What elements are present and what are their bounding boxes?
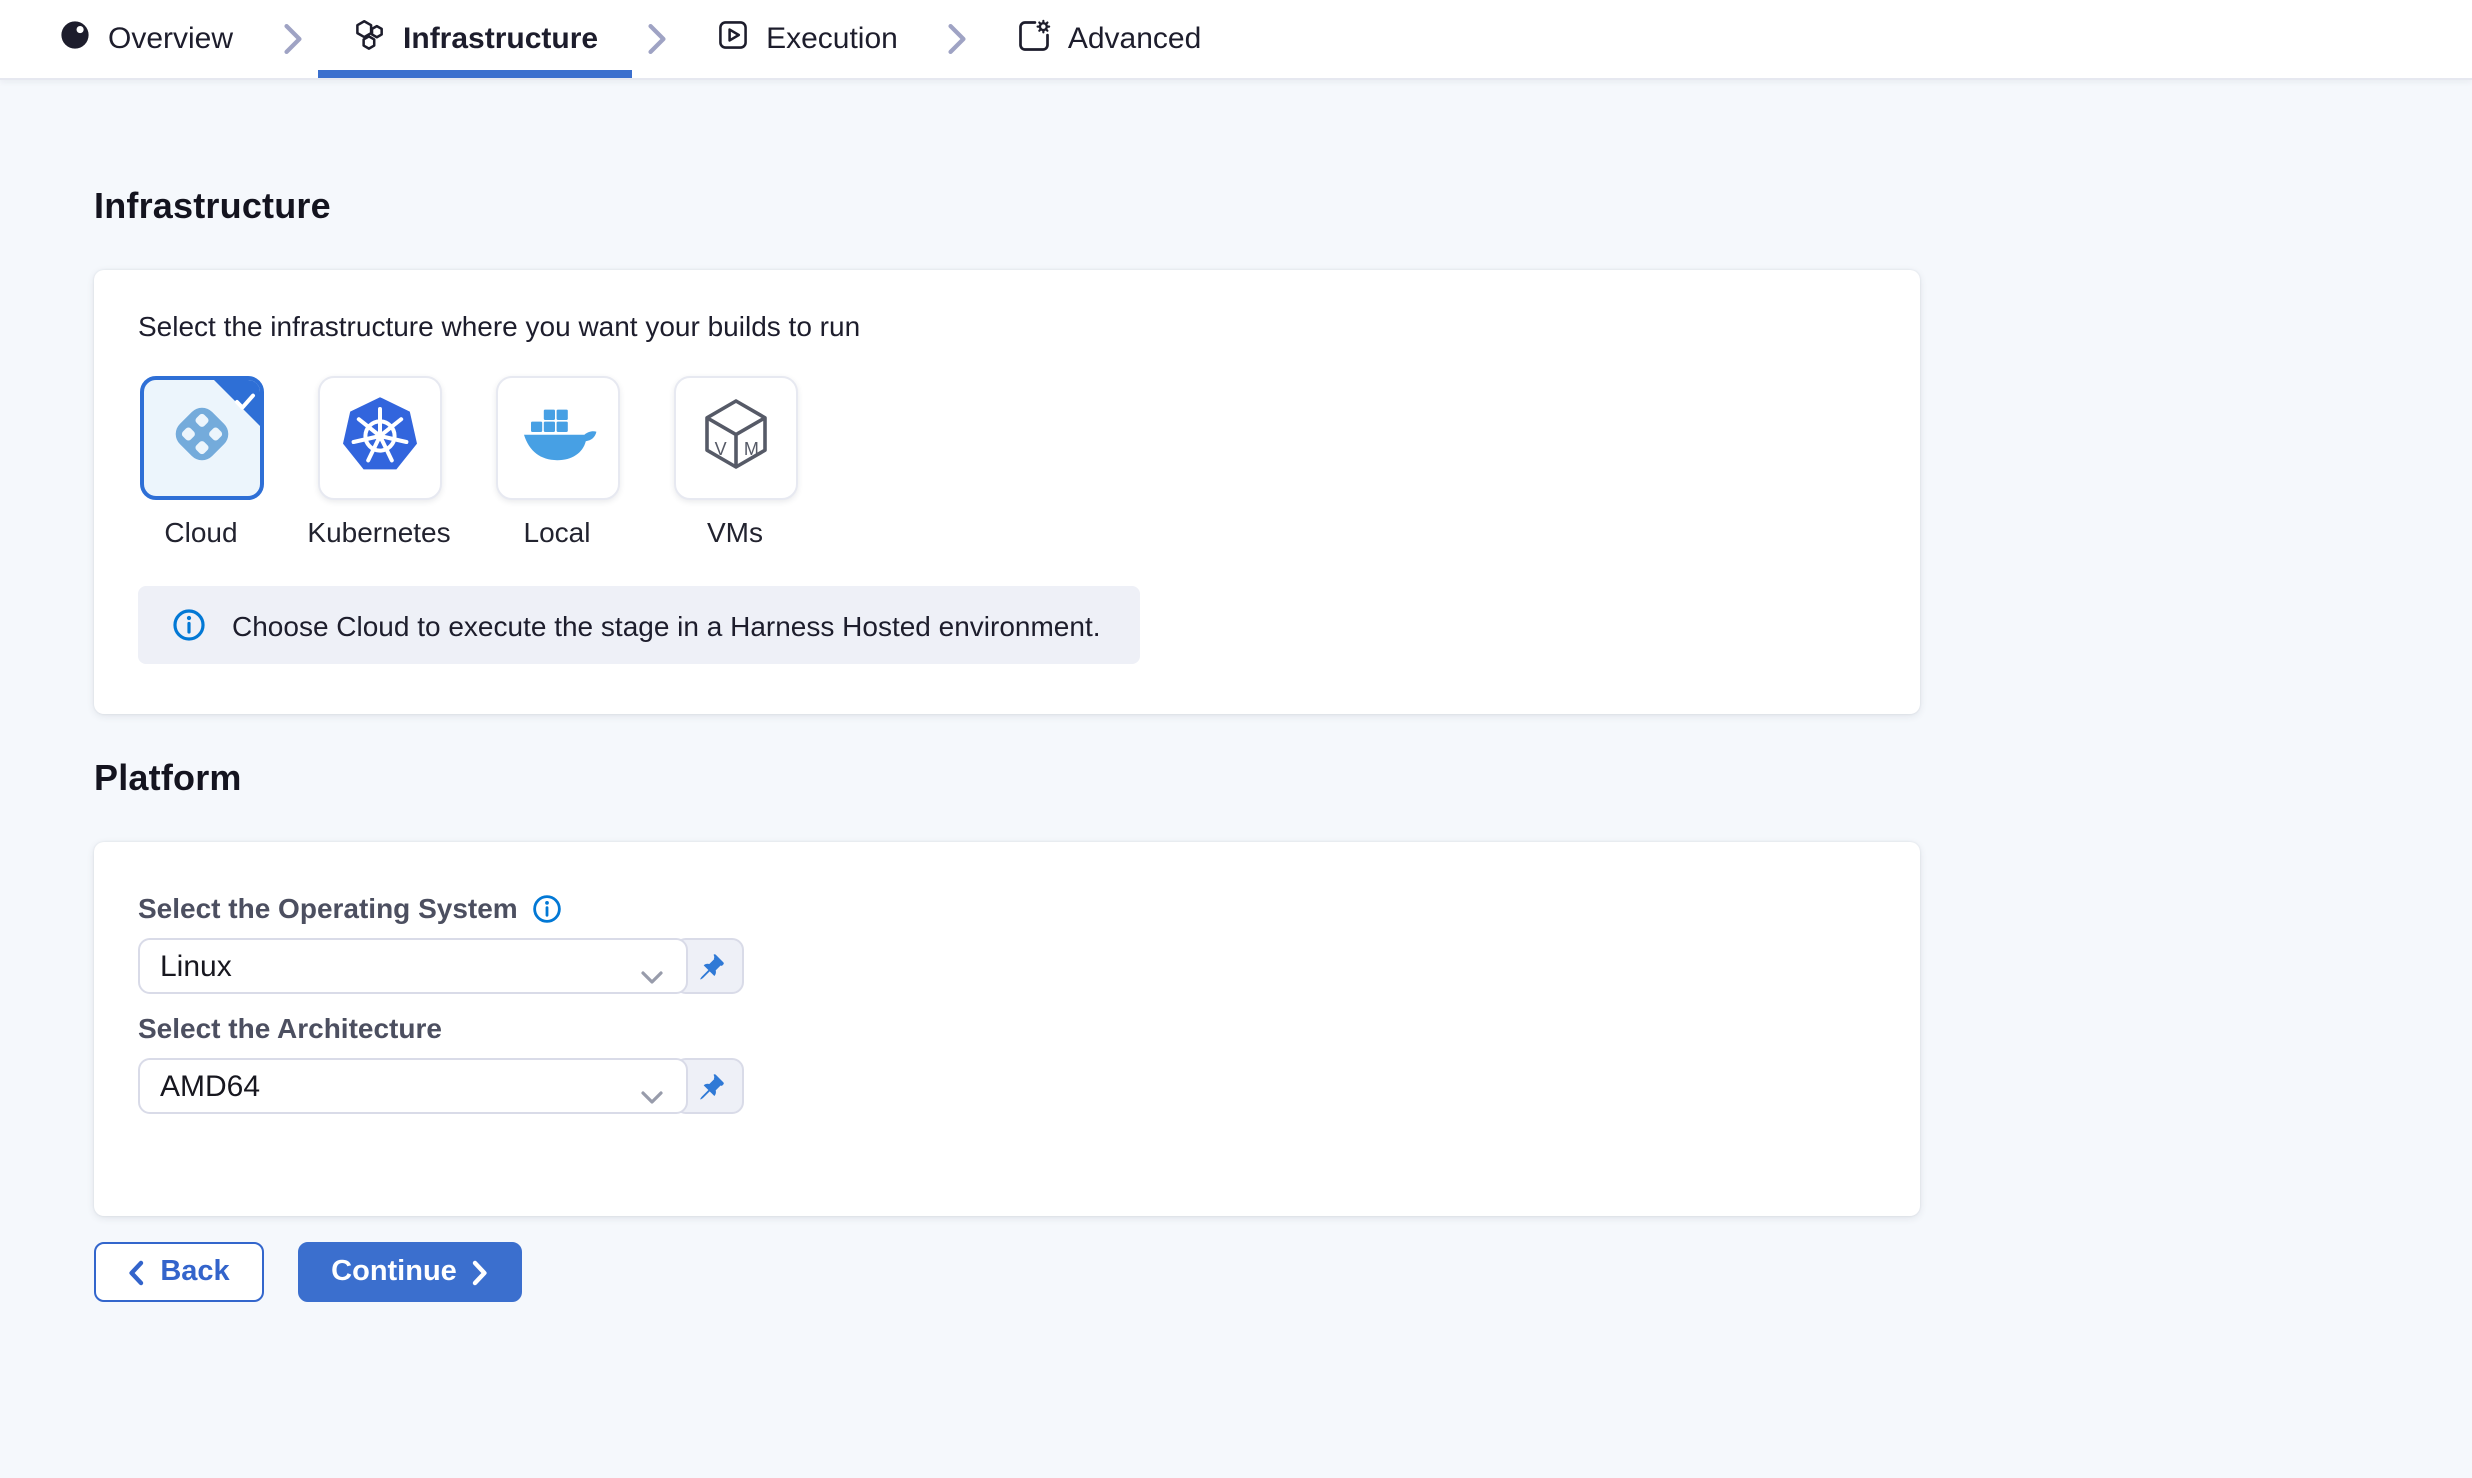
infra-option-vms: V M VMs [672, 376, 798, 548]
tab-label: Execution [766, 22, 898, 56]
continue-button-label: Continue [331, 1256, 457, 1288]
infra-option-local: Local [494, 376, 620, 548]
info-icon [172, 608, 206, 642]
vms-tile[interactable]: V M [673, 376, 797, 500]
local-docker-tile[interactable] [495, 376, 619, 500]
stage-config-page: Overview Infrastructure [0, 0, 2472, 1478]
tab-label: Infrastructure [403, 22, 598, 56]
chevron-right-icon [473, 1259, 489, 1285]
arch-select-value: AMD64 [160, 1069, 260, 1103]
tab-label: Overview [108, 22, 233, 56]
tile-label: Cloud [164, 516, 237, 548]
infrastructure-section-heading: Infrastructure [94, 80, 2472, 228]
pin-icon [696, 951, 726, 981]
advanced-icon [1016, 17, 1052, 61]
chevron-right-icon [267, 0, 317, 78]
svg-text:M: M [743, 438, 758, 458]
back-button-label: Back [160, 1256, 229, 1288]
infra-option-cloud: Cloud [138, 376, 264, 548]
stage-config-content: Infrastructure Select the infrastructure… [0, 80, 2472, 1382]
chevron-right-icon [932, 0, 982, 78]
tile-label: Local [524, 516, 591, 548]
continue-button[interactable]: Continue [298, 1242, 522, 1302]
os-info-icon[interactable] [532, 893, 562, 923]
kubernetes-tile[interactable] [317, 376, 441, 500]
cloud-tile[interactable] [139, 376, 263, 500]
chevron-down-icon [640, 1080, 664, 1116]
stage-overview-icon [58, 18, 92, 60]
chevron-left-icon [128, 1259, 144, 1285]
vm-cube-icon: V M [695, 393, 775, 483]
tab-overview[interactable]: Overview [24, 0, 267, 78]
platform-section-heading: Platform [94, 758, 2472, 800]
tile-label: Kubernetes [307, 516, 450, 548]
svg-text:V: V [714, 438, 726, 458]
docker-whale-icon [517, 393, 597, 483]
check-icon [233, 386, 255, 422]
infrastructure-options: Cloud [138, 376, 1876, 548]
tab-execution[interactable]: Execution [682, 0, 932, 78]
infrastructure-prompt: Select the infrastructure where you want… [138, 310, 1876, 342]
wizard-footer: Back Continue [94, 1242, 2472, 1382]
pin-icon [696, 1071, 726, 1101]
os-select[interactable]: Linux [138, 938, 688, 994]
stage-stepper-bar: Overview Infrastructure [0, 0, 2472, 80]
hosted-info-banner: Choose Cloud to execute the stage in a H… [138, 586, 1140, 664]
platform-card: Select the Operating System Linux [94, 842, 1920, 1216]
os-field-label: Select the Operating System [138, 892, 518, 924]
os-select-value: Linux [160, 949, 232, 983]
info-banner-text: Choose Cloud to execute the stage in a H… [232, 609, 1101, 641]
arch-select[interactable]: AMD64 [138, 1058, 688, 1114]
chevron-down-icon [640, 960, 664, 996]
arch-field-label: Select the Architecture [138, 1012, 442, 1044]
tab-advanced[interactable]: Advanced [982, 0, 1235, 78]
infrastructure-icon [351, 17, 387, 61]
execution-icon [716, 18, 750, 60]
tab-infrastructure[interactable]: Infrastructure [317, 0, 632, 78]
tile-label: VMs [707, 516, 763, 548]
back-button[interactable]: Back [94, 1242, 264, 1302]
infra-option-kubernetes: Kubernetes [316, 376, 442, 548]
tab-label: Advanced [1068, 22, 1201, 56]
kubernetes-icon [339, 393, 419, 483]
infrastructure-card: Select the infrastructure where you want… [94, 270, 1920, 714]
chevron-right-icon [632, 0, 682, 78]
